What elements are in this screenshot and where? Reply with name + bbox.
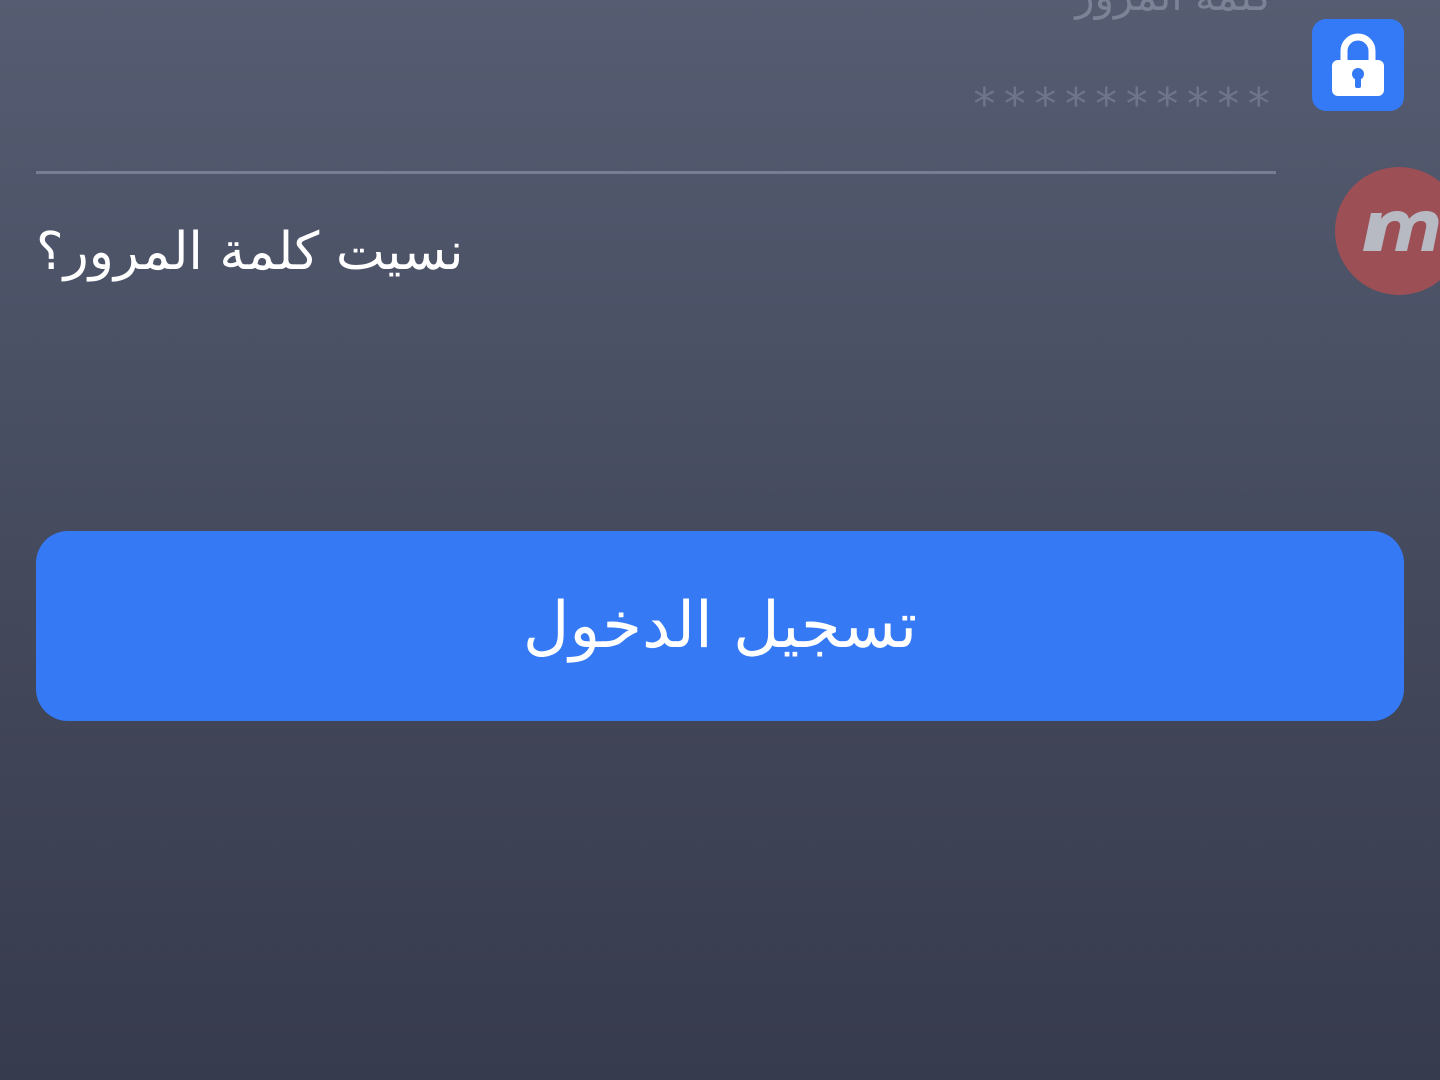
floating-m-button[interactable] <box>1335 167 1440 295</box>
login-button[interactable]: تسجيل الدخول <box>36 531 1404 721</box>
password-underline <box>36 171 1276 174</box>
forgot-password-link[interactable]: نسيت كلمة المرور؟ <box>36 222 463 282</box>
password-input[interactable] <box>636 72 1276 136</box>
lock-icon <box>1312 19 1404 111</box>
password-label: كلمة المرور <box>1075 0 1272 20</box>
m-logo-icon <box>1363 211 1439 251</box>
login-button-label: تسجيل الدخول <box>522 589 918 663</box>
